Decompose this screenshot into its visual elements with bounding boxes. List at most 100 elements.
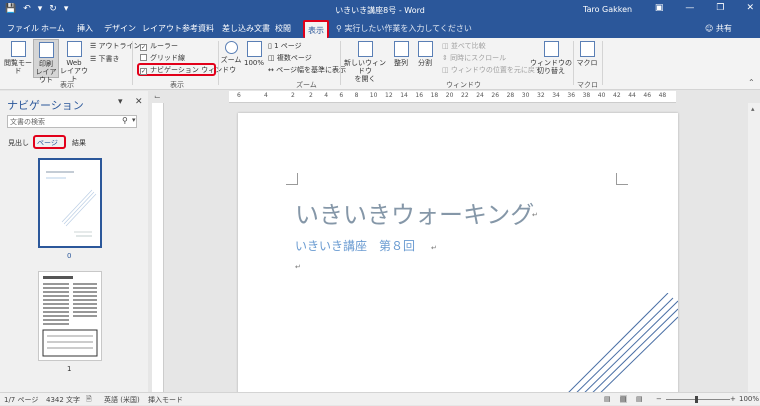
multiple-pages-label: 複数ページ bbox=[276, 54, 312, 62]
nav-pane-checkbox[interactable]: ✓ ナビゲーション ウィンドウ bbox=[140, 65, 236, 75]
tab-view[interactable]: 表示 bbox=[303, 20, 329, 38]
document-search-input[interactable]: 文書の検索 ⚲ ▾ bbox=[7, 115, 137, 128]
document-subtitle[interactable]: いきいき講座 第８回 bbox=[295, 237, 415, 254]
zoom-level[interactable]: 100% bbox=[739, 395, 759, 403]
collapse-ribbon-icon[interactable]: ⌃ bbox=[748, 78, 755, 87]
paragraph-mark: ↵ bbox=[295, 263, 301, 271]
reset-position-button[interactable]: ◫ ウィンドウの位置を元に戻す bbox=[442, 65, 542, 75]
close-icon[interactable]: ✕ bbox=[746, 3, 754, 13]
tab-design[interactable]: デザイン bbox=[104, 23, 136, 34]
zoom-slider-thumb[interactable] bbox=[695, 396, 698, 403]
show-group-label: 表示 bbox=[170, 81, 184, 89]
tab-layout[interactable]: レイアウト bbox=[142, 23, 182, 34]
page-count[interactable]: 1/7 ページ bbox=[4, 395, 38, 405]
language[interactable]: 英語 (米国) bbox=[104, 395, 140, 405]
one-page-label: 1 ページ bbox=[274, 42, 302, 50]
tell-me-box[interactable]: ⚲ 実行したい作業を入力してください bbox=[336, 23, 472, 34]
zoom-in-icon[interactable]: + bbox=[730, 395, 736, 403]
zoom-button[interactable]: ズーム bbox=[220, 41, 242, 64]
read-mode-icon bbox=[10, 41, 26, 57]
search-icon[interactable]: ⚲ bbox=[122, 116, 128, 125]
ruler-number: 2 bbox=[291, 92, 295, 99]
gridlines-checkbox[interactable]: グリッド線 bbox=[140, 53, 185, 63]
tab-headings[interactable]: 見出し bbox=[8, 138, 29, 148]
read-mode-button[interactable]: 閲覧モード bbox=[3, 41, 33, 75]
page-thumbnail[interactable] bbox=[38, 271, 102, 361]
ribbon: 閲覧モード 印刷 レイアウト Web レイアウト ☰ アウトライン ☰ 下書き … bbox=[0, 38, 760, 90]
document-page[interactable]: いきいきウォーキング ↵ いきいき講座 第８回 ↵ ↵ bbox=[238, 113, 678, 403]
share-button[interactable]: ☺ 共有 bbox=[705, 23, 732, 34]
tab-view-label: 表示 bbox=[308, 26, 324, 35]
arrange-all-button[interactable]: 整列 bbox=[390, 41, 412, 67]
pane-options-icon[interactable]: ▾ bbox=[118, 97, 123, 107]
multiple-pages-button[interactable]: ◫ 複数ページ bbox=[268, 53, 312, 63]
switch-windows-button[interactable]: ウィンドウの 切り替え bbox=[530, 41, 572, 75]
side-by-side-label: 並べて比較 bbox=[450, 42, 486, 50]
ruler-number: 20 bbox=[445, 92, 454, 99]
tab-home[interactable]: ホーム bbox=[41, 23, 65, 34]
ruler-number: 44 bbox=[628, 92, 636, 99]
ruler-label: ルーラー bbox=[150, 42, 178, 50]
tab-results[interactable]: 結果 bbox=[72, 138, 86, 148]
outline-label: アウトライン bbox=[98, 42, 141, 50]
ruler-number: 42 bbox=[613, 92, 621, 99]
tab-selector-icon[interactable]: ⌙ bbox=[154, 92, 161, 101]
ruler-number: 8 bbox=[354, 92, 359, 99]
ruler-number: 6 bbox=[237, 92, 241, 99]
navigation-pane: ナビゲーション ▾ ✕ 文書の検索 ⚲ ▾ 見出し ページ 結果 0 1 bbox=[0, 91, 148, 392]
search-dropdown-icon[interactable]: ▾ bbox=[132, 116, 136, 124]
user-name[interactable]: Taro Gakken bbox=[583, 5, 632, 14]
tab-insert[interactable]: 挿入 bbox=[77, 23, 93, 34]
ribbon-tabs: ファイル ホーム 挿入 デザイン レイアウト 参考資料 差し込み文書 校閲 表示… bbox=[0, 20, 760, 38]
arrange-label: 整列 bbox=[394, 59, 408, 67]
read-mode-view-icon[interactable]: ▤ bbox=[604, 395, 611, 403]
tab-file[interactable]: ファイル bbox=[7, 23, 39, 34]
zoom-100-button[interactable]: 100% bbox=[243, 41, 265, 67]
edit-mode[interactable]: 挿入モード bbox=[148, 395, 183, 405]
word-count[interactable]: 4342 文字 bbox=[46, 395, 80, 405]
document-title[interactable]: いきいきウォーキング bbox=[295, 195, 534, 230]
separator bbox=[602, 41, 603, 85]
tab-references[interactable]: 参考資料 bbox=[182, 23, 214, 34]
zoom-out-icon[interactable]: − bbox=[656, 395, 662, 403]
vertical-scrollbar[interactable]: ▴ bbox=[748, 103, 760, 392]
tell-me-text: 実行したい作業を入力してください bbox=[344, 24, 472, 33]
tab-review[interactable]: 校閲 bbox=[275, 23, 291, 34]
print-layout-button[interactable]: 印刷 レイアウト bbox=[33, 39, 59, 84]
minimize-icon[interactable]: — bbox=[685, 3, 694, 13]
checkbox-icon bbox=[140, 54, 147, 61]
window-controls: ▣ — ❐ ✕ bbox=[655, 3, 754, 13]
ruler-number: 22 bbox=[461, 92, 469, 99]
split-button[interactable]: 分割 bbox=[414, 41, 436, 67]
restore-icon[interactable]: ❐ bbox=[716, 3, 724, 13]
ruler-checkbox[interactable]: ✓ ルーラー bbox=[140, 41, 178, 51]
zoom-slider[interactable] bbox=[666, 399, 730, 400]
tab-mailings[interactable]: 差し込み文書 bbox=[222, 23, 270, 34]
new-window-button[interactable]: 新しいウィンドウ を開く bbox=[344, 41, 386, 83]
web-layout-button[interactable]: Web レイアウト bbox=[60, 41, 88, 83]
print-layout-view-icon[interactable]: ▤ bbox=[620, 395, 627, 403]
close-pane-icon[interactable]: ✕ bbox=[135, 97, 143, 107]
zoom-100-icon bbox=[246, 41, 262, 57]
separator bbox=[340, 41, 341, 85]
macros-button[interactable]: マクロ bbox=[576, 41, 598, 67]
search-placeholder: 文書の検索 bbox=[10, 118, 45, 126]
page-thumbnail[interactable] bbox=[38, 158, 102, 248]
new-window-label: 新しいウィンドウ を開く bbox=[344, 59, 386, 83]
ruler-number: 32 bbox=[537, 92, 545, 99]
split-label: 分割 bbox=[418, 59, 432, 67]
side-by-side-button[interactable]: ◫ 並べて比較 bbox=[442, 41, 486, 51]
sync-scroll-button[interactable]: ⇕ 同時にスクロール bbox=[442, 53, 506, 63]
ribbon-display-icon[interactable]: ▣ bbox=[655, 3, 664, 13]
proofing-icon[interactable]: 🗎 bbox=[86, 395, 92, 406]
draft-button[interactable]: ☰ 下書き bbox=[90, 54, 120, 64]
switch-windows-label: ウィンドウの 切り替え bbox=[530, 59, 572, 75]
web-layout-view-icon[interactable]: ▤ bbox=[636, 395, 643, 403]
paragraph-mark: ↵ bbox=[431, 244, 437, 252]
page-width-button[interactable]: ↔ ページ幅を基準に表示 bbox=[268, 65, 346, 75]
ruler-number: 48 bbox=[658, 92, 667, 99]
check-icon: ✓ bbox=[140, 44, 147, 51]
tab-pages[interactable]: ページ bbox=[37, 138, 58, 148]
one-page-button[interactable]: ▯ 1 ページ bbox=[268, 41, 302, 51]
scroll-up-icon[interactable]: ▴ bbox=[751, 105, 755, 113]
